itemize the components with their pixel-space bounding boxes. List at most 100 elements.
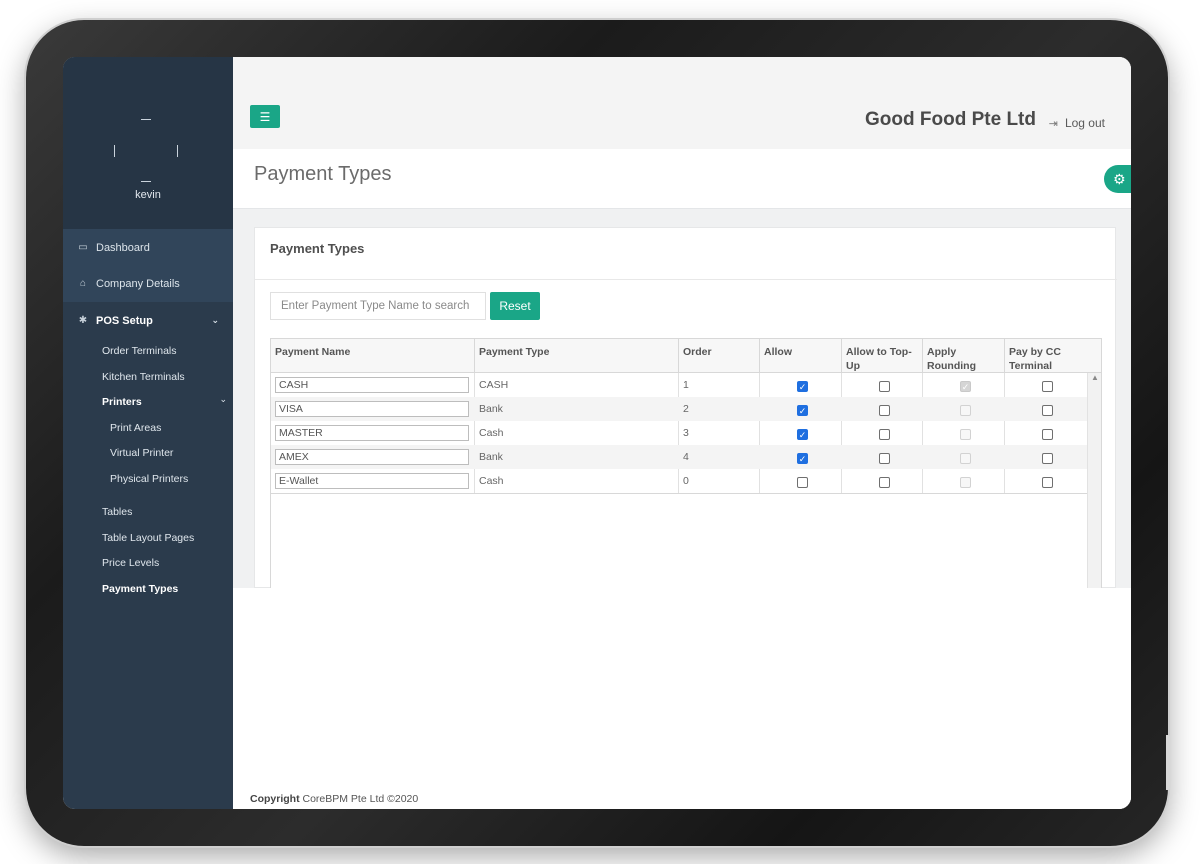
scroll-up-arrow-icon[interactable]: ▲: [1091, 373, 1099, 382]
sidebar-item-tables[interactable]: Tables: [102, 506, 132, 518]
order-cell: 4: [683, 451, 689, 463]
sidebar-item-kitchen-terminals[interactable]: Kitchen Terminals: [102, 371, 185, 383]
payment-name-cell: VISA: [271, 397, 475, 421]
cc-terminal-checkbox[interactable]: [1042, 453, 1053, 464]
payment-name-field[interactable]: E-Wallet: [275, 473, 469, 489]
table-row[interactable]: E-Wallet Cash 0: [271, 469, 1087, 493]
table-row[interactable]: CASH CASH 1 ✓ ✓: [271, 373, 1087, 397]
payment-type-cell: Cash: [479, 427, 504, 439]
payment-name-cell: CASH: [271, 373, 475, 397]
payment-types-grid: Payment Name Payment Type Order Allow Al…: [270, 338, 1102, 590]
chevron-down-icon: ⌄: [219, 394, 227, 404]
rounding-checkbox: [960, 405, 971, 416]
cc-terminal-checkbox[interactable]: [1042, 429, 1053, 440]
sidebar-item-table-layout-pages[interactable]: Table Layout Pages: [102, 532, 194, 544]
company-name: Good Food Pte Ltd: [865, 109, 1036, 130]
payment-type-cell: Cash: [479, 475, 504, 487]
allow-checkbox[interactable]: [797, 477, 808, 488]
column-header-payment-name[interactable]: Payment Name: [271, 339, 475, 373]
sidebar-item-label: Printers: [102, 396, 142, 408]
sidebar-item-pos-setup[interactable]: ✱ POS Setup ⌄: [63, 302, 233, 339]
order-cell: 2: [683, 403, 689, 415]
search-input[interactable]: [270, 292, 486, 320]
chevron-down-icon: ⌄: [211, 315, 219, 325]
top-up-checkbox[interactable]: [879, 381, 890, 392]
top-bar: ☰ Good Food Pte Ltd ⇥ Log out: [233, 57, 1131, 149]
column-header-allow[interactable]: Allow: [760, 339, 842, 373]
allow-checkbox[interactable]: ✓: [797, 381, 808, 392]
allow-checkbox[interactable]: ✓: [797, 429, 808, 440]
hamburger-icon: ☰: [259, 109, 271, 124]
column-header-order[interactable]: Order: [679, 339, 760, 373]
profile-section: kevin: [63, 57, 233, 229]
payment-types-panel: Payment Types Reset Payment Name Payment…: [254, 227, 1117, 590]
copyright-text: CoreBPM Pte Ltd ©2020: [302, 793, 419, 805]
column-header-apply-rounding[interactable]: Apply Rounding: [923, 339, 1005, 373]
allow-checkbox[interactable]: ✓: [797, 405, 808, 416]
logout-label: Log out: [1064, 116, 1105, 130]
payment-type-cell: CASH: [479, 379, 509, 391]
cc-terminal-checkbox[interactable]: [1042, 381, 1053, 392]
divider: [255, 279, 1117, 280]
order-cell: 3: [683, 427, 689, 439]
sidebar: kevin ▭ Dashboard ⌂ Company Details ✱ PO…: [63, 57, 233, 809]
payment-name-field[interactable]: CASH: [275, 377, 469, 393]
copyright-label: Copyright: [250, 793, 300, 805]
payment-name-cell: MASTER: [271, 421, 475, 445]
empty-content-area: [233, 588, 1131, 809]
payment-name-field[interactable]: MASTER: [275, 425, 469, 441]
sidebar-item-label: Dashboard: [96, 241, 150, 254]
column-header-pay-by-cc-terminal[interactable]: Pay by CC Terminal: [1005, 339, 1101, 373]
vertical-scrollbar[interactable]: ▲: [1087, 373, 1101, 590]
sidebar-item-company-details[interactable]: ⌂ Company Details: [63, 265, 233, 302]
column-header-allow-top-up[interactable]: Allow to Top-Up: [842, 339, 923, 373]
cc-terminal-checkbox[interactable]: [1042, 477, 1053, 488]
panel-title: Payment Types: [270, 241, 365, 256]
payment-type-cell: Bank: [479, 403, 503, 415]
order-cell: 1: [683, 379, 689, 391]
sidebar-item-dashboard[interactable]: ▭ Dashboard: [63, 229, 233, 266]
payment-type-cell: Bank: [479, 451, 503, 463]
top-up-checkbox[interactable]: [879, 405, 890, 416]
sign-out-icon: ⇥: [1048, 117, 1058, 130]
allow-checkbox[interactable]: ✓: [797, 453, 808, 464]
grid-header: Payment Name Payment Type Order Allow Al…: [271, 339, 1101, 373]
payment-name-field[interactable]: AMEX: [275, 449, 469, 465]
avatar: [113, 117, 179, 183]
reset-button[interactable]: Reset: [490, 292, 540, 320]
rounding-checkbox: [960, 477, 971, 488]
sidebar-item-order-terminals[interactable]: Order Terminals: [102, 345, 177, 357]
sidebar-item-print-areas[interactable]: Print Areas: [110, 422, 161, 434]
username: kevin: [135, 189, 161, 201]
payment-name-cell: E-Wallet: [271, 469, 475, 493]
column-header-payment-type[interactable]: Payment Type: [475, 339, 679, 373]
sidebar-item-virtual-printer[interactable]: Virtual Printer: [110, 447, 173, 459]
top-up-checkbox[interactable]: [879, 453, 890, 464]
divider: [271, 493, 1087, 494]
cogs-icon: ⚙: [1113, 170, 1126, 187]
payment-name-cell: AMEX: [271, 445, 475, 469]
rounding-checkbox: ✓: [960, 381, 971, 392]
table-row[interactable]: VISA Bank 2 ✓: [271, 397, 1087, 421]
rounding-checkbox: [960, 453, 971, 464]
app-screen: kevin ▭ Dashboard ⌂ Company Details ✱ PO…: [63, 57, 1131, 809]
table-row[interactable]: MASTER Cash 3 ✓: [271, 421, 1087, 445]
settings-toggle-button[interactable]: ⚙: [1104, 165, 1131, 193]
sidebar-item-price-levels[interactable]: Price Levels: [102, 557, 159, 569]
tablet-side-button: [1166, 735, 1171, 790]
monitor-icon: ▭: [78, 242, 88, 253]
logout-link[interactable]: ⇥ Log out: [1049, 116, 1105, 130]
table-row[interactable]: AMEX Bank 4 ✓: [271, 445, 1087, 469]
main-area: ☰ Good Food Pte Ltd ⇥ Log out Payment Ty…: [233, 57, 1131, 809]
menu-toggle-button[interactable]: ☰: [250, 105, 280, 128]
sidebar-item-label: POS Setup: [96, 314, 153, 327]
page-header: Payment Types ⚙: [233, 149, 1131, 209]
payment-name-field[interactable]: VISA: [275, 401, 469, 417]
top-up-checkbox[interactable]: [879, 429, 890, 440]
sidebar-item-payment-types[interactable]: Payment Types: [102, 583, 178, 595]
sidebar-item-printers[interactable]: Printers: [102, 396, 142, 408]
cc-terminal-checkbox[interactable]: [1042, 405, 1053, 416]
top-up-checkbox[interactable]: [879, 477, 890, 488]
sidebar-item-physical-printers[interactable]: Physical Printers: [110, 473, 188, 485]
home-icon: ⌂: [79, 278, 87, 289]
